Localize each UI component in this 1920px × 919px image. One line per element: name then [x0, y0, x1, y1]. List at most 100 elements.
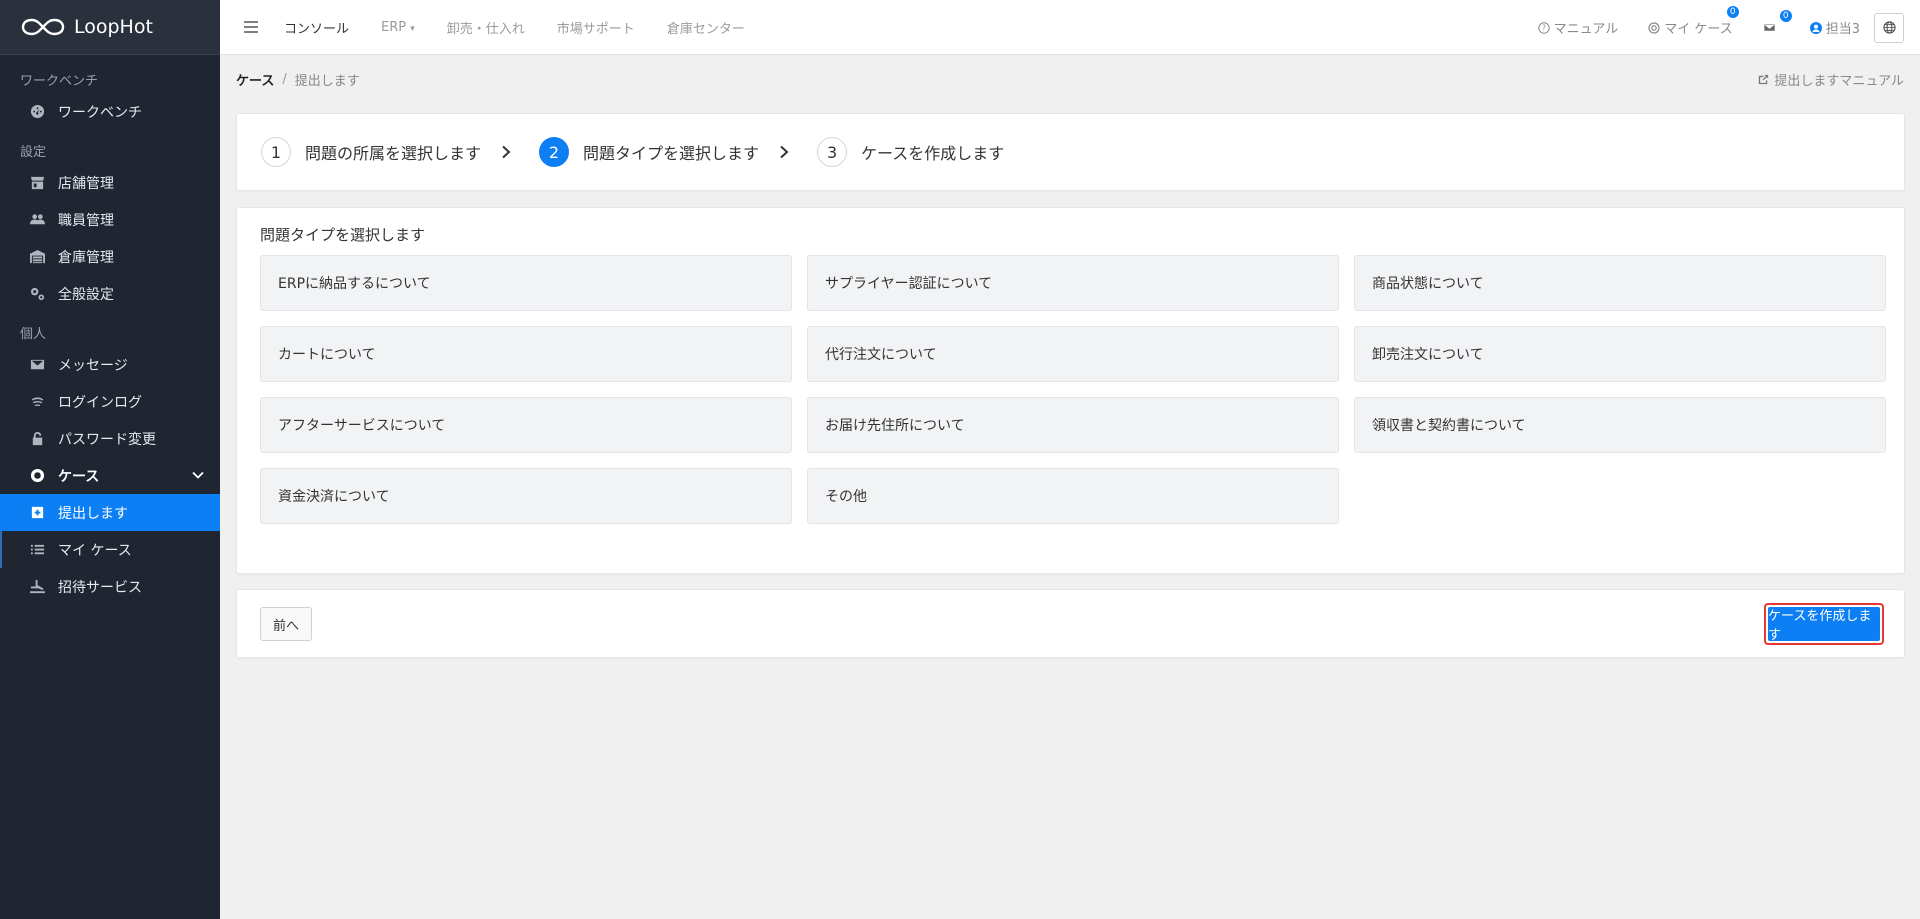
manual-label: マニュアル [1553, 22, 1619, 37]
section-personal: 個人 [20, 327, 47, 342]
sidebar-item-label: メッセージ [58, 357, 128, 374]
caret-down-icon: ▾ [410, 23, 415, 34]
breadcrumb-separator: / [282, 72, 287, 87]
users-icon [28, 211, 46, 229]
sidebar-item-label: マイ ケース [58, 542, 132, 559]
section-settings: 設定 [20, 145, 47, 160]
sidebar-item-label: パスワード変更 [58, 431, 156, 448]
previous-button[interactable]: 前へ [260, 607, 313, 641]
problem-types-card: 問題タイプを選択します ERPに納品するについて サプライヤー認証について 商品… [236, 207, 1905, 574]
question-circle-icon: ? [1537, 21, 1550, 34]
plus-square-icon [28, 504, 46, 522]
store-icon [28, 174, 46, 192]
list-icon [28, 541, 46, 559]
problem-type-option[interactable]: 商品状態について [1354, 255, 1886, 311]
section-title: 問題タイプを選択します [260, 226, 426, 244]
sidebar-item-change-password[interactable]: パスワード変更 [0, 420, 220, 457]
menu-toggle-icon[interactable] [244, 21, 258, 33]
sidebar-item-label: ケース [58, 468, 100, 485]
sidebar-item-label: 招待サービス [58, 579, 142, 596]
sidebar-item-warehouse[interactable]: 倉庫管理 [0, 238, 220, 275]
hand-icon [28, 578, 46, 596]
sidebar-item-stores[interactable]: 店舗管理 [0, 164, 220, 201]
step-label: 問題の所属を選択します [305, 144, 482, 163]
dashboard-icon [28, 103, 46, 121]
lifebuoy-icon [1648, 21, 1660, 34]
sidebar-item-general-settings[interactable]: 全般設定 [0, 275, 220, 312]
envelope-icon [28, 356, 46, 374]
sidebar-item-submit[interactable]: 提出します [0, 494, 220, 531]
nav-erp-label: ERP [381, 19, 407, 35]
create-case-label: ケースを作成します [1768, 607, 1880, 643]
sidebar-item-label: 店舗管理 [58, 175, 114, 192]
globe-icon [1882, 21, 1896, 34]
problem-type-grid: ERPに納品するについて サプライヤー認証について 商品状態について カートにつ… [260, 255, 1886, 524]
sidebar-item-messages[interactable]: メッセージ [0, 346, 220, 383]
problem-type-option[interactable]: 代行注文について [807, 326, 1339, 382]
nav-wholesale[interactable]: 卸売・仕入れ [447, 18, 525, 37]
nav-console[interactable]: コンソール [284, 18, 349, 37]
envelope-icon [1763, 23, 1776, 32]
sidebar-item-label: 倉庫管理 [58, 249, 114, 266]
problem-type-option[interactable]: カートについて [260, 326, 792, 382]
brand[interactable]: LoopHot [0, 0, 220, 55]
step-number: 1 [261, 137, 291, 167]
sidebar-item-login-log[interactable]: ログインログ [0, 383, 220, 420]
brand-name: LoopHot [74, 16, 153, 38]
sidebar-item-my-cases[interactable]: マイ ケース [0, 531, 220, 568]
problem-type-option[interactable]: 領収書と契約書について [1354, 397, 1886, 453]
messages-badge: 0 [1779, 10, 1792, 22]
step-number: 2 [539, 137, 570, 167]
sidebar-item-invite-service[interactable]: 招待サービス [0, 568, 220, 605]
sidebar-item-label: ワークベンチ [58, 104, 142, 121]
my-cases-link[interactable]: マイ ケース 0 [1648, 6, 1739, 37]
actions-card: 前へ ケースを作成します [236, 589, 1905, 658]
submit-manual-link[interactable]: 提出しますマニュアル [1757, 70, 1904, 89]
problem-type-option[interactable]: ERPに納品するについて [260, 255, 792, 311]
my-cases-badge: 0 [1726, 6, 1739, 18]
section-workbench: ワークベンチ [20, 74, 99, 89]
problem-type-option[interactable]: 卸売注文について [1354, 326, 1886, 382]
manual-link[interactable]: ? マニュアル [1537, 18, 1619, 37]
problem-type-option[interactable]: 資金決済について [260, 468, 792, 524]
problem-type-option[interactable]: お届け先住所について [807, 397, 1339, 453]
warehouse-icon [28, 248, 46, 266]
breadcrumb: ケース / 提出します [236, 70, 360, 89]
step-2: 2 問題タイプを選択します [539, 137, 759, 167]
my-cases-label: マイ ケース [1664, 22, 1733, 37]
svg-text:?: ? [1542, 23, 1546, 32]
language-button[interactable] [1874, 12, 1904, 43]
logo-icon [21, 18, 65, 36]
gears-icon [28, 285, 46, 303]
sidebar-item-cases[interactable]: ケース [0, 457, 220, 494]
problem-type-option[interactable]: サプライヤー認証について [807, 255, 1339, 311]
nav-market-support[interactable]: 市場サポート [557, 18, 635, 37]
problem-type-option[interactable]: アフターサービスについて [260, 397, 792, 453]
sidebar-item-label: 全般設定 [58, 286, 114, 303]
step-1: 1 問題の所属を選択します [261, 137, 481, 167]
fingerprint-icon [28, 393, 46, 411]
nav-warehouse-center[interactable]: 倉庫センター [667, 18, 745, 37]
sidebar: LoopHot ワークベンチ ワークベンチ 設定 店舗管理 職員管理 倉庫管理 … [0, 0, 220, 919]
messages-link[interactable]: 0 [1763, 10, 1792, 33]
breadcrumb-current: 提出します [294, 74, 360, 89]
user-menu[interactable]: 担当3 [1809, 18, 1860, 37]
sidebar-item-label: ログインログ [58, 394, 142, 411]
step-label: 問題タイプを選択します [583, 144, 760, 163]
step-number: 3 [817, 137, 848, 167]
steps-card: 1 問題の所属を選択します 2 問題タイプを選択します 3 ケースを作成します [236, 113, 1905, 191]
problem-type-option[interactable]: その他 [807, 468, 1339, 524]
chevron-right-icon [502, 145, 511, 159]
breadcrumb-root[interactable]: ケース [236, 70, 274, 89]
sidebar-item-label: 職員管理 [58, 212, 114, 229]
sidebar-item-workbench[interactable]: ワークベンチ [0, 93, 220, 130]
step-label: ケースを作成します [861, 144, 1005, 163]
lifebuoy-icon [28, 467, 46, 485]
user-circle-icon [1809, 21, 1822, 34]
nav-erp[interactable]: ERP ▾ [381, 20, 415, 35]
chevron-right-icon [780, 145, 789, 159]
submit-manual-label: 提出しますマニュアル [1774, 74, 1904, 89]
create-case-button[interactable]: ケースを作成します [1764, 603, 1884, 645]
chevron-down-icon [192, 471, 204, 479]
sidebar-item-staff[interactable]: 職員管理 [0, 201, 220, 238]
